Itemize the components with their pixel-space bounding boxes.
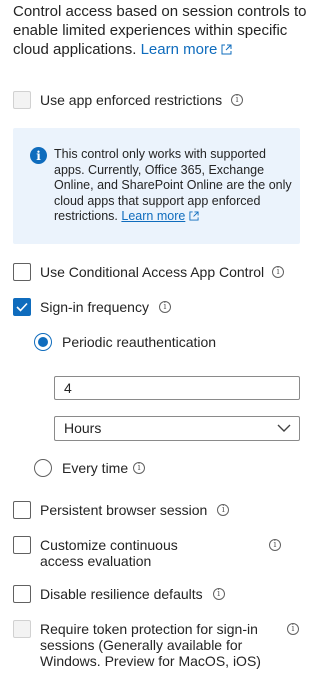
- every-time-option: Every time i: [34, 459, 146, 477]
- info-filled-icon: i: [30, 147, 47, 164]
- resilience-label: Disable resilience defaults: [40, 586, 203, 602]
- every-time-radio[interactable]: [34, 459, 52, 477]
- continuous-access-label: Customize continuous access evaluation: [40, 537, 178, 569]
- frequency-value-input[interactable]: 4: [54, 376, 300, 400]
- external-link-icon: [189, 211, 199, 221]
- frequency-unit-select[interactable]: Hours: [54, 416, 300, 441]
- frequency-unit-value: Hours: [64, 420, 102, 436]
- periodic-reauth-option: Periodic reauthentication: [34, 333, 216, 351]
- info-icon[interactable]: i: [158, 301, 171, 313]
- info-icon[interactable]: i: [287, 623, 299, 635]
- every-time-label: Every time: [62, 460, 129, 476]
- periodic-reauth-radio[interactable]: [34, 333, 52, 351]
- caac-label: Use Conditional Access App Control: [40, 264, 265, 280]
- persistent-session-option: Persistent browser session i: [13, 501, 230, 519]
- intro-text: Control access based on session controls…: [13, 2, 313, 59]
- info-icon[interactable]: i: [272, 266, 285, 278]
- info-banner: i This control only works with supported…: [13, 128, 300, 244]
- token-protection-checkbox[interactable]: [13, 620, 31, 638]
- banner-learn-more-label: Learn more: [121, 209, 186, 223]
- persistent-session-checkbox[interactable]: [13, 501, 31, 519]
- signin-frequency-option: Sign-in frequency i: [13, 298, 171, 316]
- resilience-checkbox[interactable]: [13, 585, 31, 603]
- caac-option: Use Conditional Access App Control i: [13, 263, 285, 281]
- info-icon[interactable]: i: [269, 539, 281, 551]
- resilience-option: Disable resilience defaults i: [13, 585, 225, 603]
- banner-learn-more-link[interactable]: Learn more: [121, 209, 199, 223]
- periodic-reauth-label: Periodic reauthentication: [62, 334, 217, 350]
- checkmark-icon: [16, 302, 28, 312]
- info-icon[interactable]: i: [217, 504, 230, 516]
- token-protection-label: Require token protection for sign-in ses…: [40, 621, 261, 669]
- signin-frequency-label: Sign-in frequency: [40, 299, 149, 315]
- continuous-access-checkbox[interactable]: [13, 536, 31, 554]
- caac-checkbox[interactable]: [13, 263, 31, 281]
- intro-learn-more-label: Learn more: [140, 41, 218, 58]
- intro-learn-more-link[interactable]: Learn more: [141, 41, 233, 58]
- info-icon[interactable]: i: [133, 462, 146, 474]
- app-enforced-label: Use app enforced restrictions: [40, 92, 223, 108]
- app-enforced-option: Use app enforced restrictions i: [13, 91, 244, 109]
- chevron-down-icon: [277, 424, 291, 432]
- app-enforced-checkbox[interactable]: [13, 91, 31, 109]
- external-link-icon: [221, 44, 232, 55]
- info-icon[interactable]: i: [212, 588, 225, 600]
- signin-frequency-checkbox[interactable]: [13, 298, 31, 316]
- info-icon[interactable]: i: [231, 94, 244, 106]
- banner-text: This control only works with supported a…: [54, 147, 292, 225]
- persistent-session-label: Persistent browser session: [40, 502, 208, 518]
